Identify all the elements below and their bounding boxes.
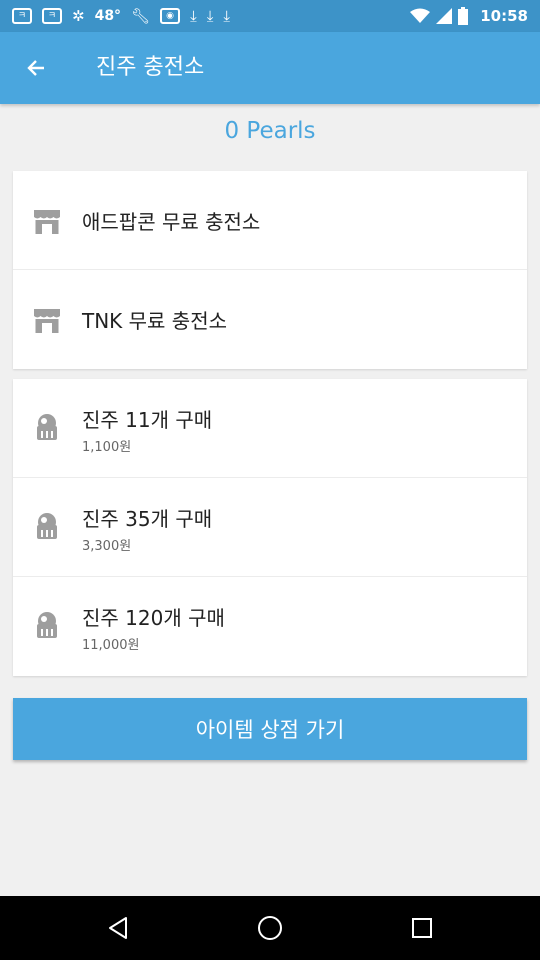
back-button[interactable] — [20, 52, 52, 84]
store-icon — [34, 309, 60, 333]
list-item-purchase-11[interactable]: 진주 11개 구매 1,100원 — [13, 379, 527, 478]
clock-time: 10:58 — [480, 7, 528, 25]
list-item-label: TNK 무료 충전소 — [82, 309, 228, 333]
status-bar: ㅋ ㅋ ✲ 48° 🔧︎ ◉ ⤓ ⤓ ⤓ 10:58 — [0, 0, 540, 32]
square-recents-icon — [412, 918, 432, 938]
list-item-label: 진주 35개 구매 — [82, 507, 213, 531]
arrow-left-icon — [27, 60, 44, 76]
free-charge-list: 애드팝콘 무료 충전소 TNK 무료 충전소 — [13, 171, 527, 369]
page-title: 진주 충전소 — [96, 55, 205, 80]
notification-icons: ㅋ ㅋ ✲ 48° 🔧︎ ◉ ⤓ ⤓ ⤓ — [12, 4, 230, 28]
list-item-adpopcorn[interactable]: 애드팝콘 무료 충전소 — [13, 171, 527, 270]
list-item-purchase-120[interactable]: 진주 120개 구매 11,000원 — [13, 577, 527, 676]
download-icon: ⤓ — [223, 7, 231, 25]
list-item-price: 1,100원 — [82, 440, 132, 455]
item-shop-button[interactable]: 아이템 상점 가기 — [13, 698, 527, 760]
navigation-bar — [0, 896, 540, 960]
temperature-text: 48° — [94, 8, 122, 24]
system-icons: 10:58 — [410, 4, 528, 28]
pearl-icon — [37, 612, 57, 638]
pearl-icon — [37, 414, 57, 440]
triangle-back-icon — [109, 917, 127, 939]
app-bar: 진주 충전소 — [0, 32, 540, 104]
list-item-purchase-35[interactable]: 진주 35개 구매 3,300원 — [13, 478, 527, 577]
gamepad-icon: ◉ — [160, 8, 181, 24]
list-item-label: 애드팝콘 무료 충전소 — [82, 210, 261, 234]
store-icon — [34, 210, 60, 234]
nav-home-button[interactable] — [254, 912, 286, 944]
list-item-label: 진주 11개 구매 — [82, 408, 213, 432]
nav-back-button[interactable] — [102, 912, 134, 944]
download-icon: ⤓ — [206, 7, 214, 25]
circle-home-icon — [258, 916, 282, 940]
settings-icon: ✲ — [72, 7, 85, 25]
list-item-tnk[interactable]: TNK 무료 충전소 — [13, 270, 527, 369]
signal-icon — [436, 8, 453, 24]
wifi-icon — [410, 8, 431, 23]
list-item-price: 11,000원 — [82, 638, 140, 653]
battery-icon — [458, 7, 469, 25]
list-item-label: 진주 120개 구매 — [82, 606, 225, 630]
wrench-icon: 🔧︎ — [131, 7, 151, 25]
pearl-balance: 0 Pearls — [224, 118, 316, 144]
nav-recents-button[interactable] — [406, 912, 438, 944]
list-item-price: 3,300원 — [82, 539, 132, 554]
message-icon: ㅋ — [42, 8, 62, 24]
download-icon: ⤓ — [190, 7, 197, 25]
purchase-list: 진주 11개 구매 1,100원 진주 35개 구매 3,300원 진주 120… — [13, 379, 527, 676]
message-icon: ㅋ — [12, 8, 32, 24]
pearl-icon — [37, 513, 57, 539]
